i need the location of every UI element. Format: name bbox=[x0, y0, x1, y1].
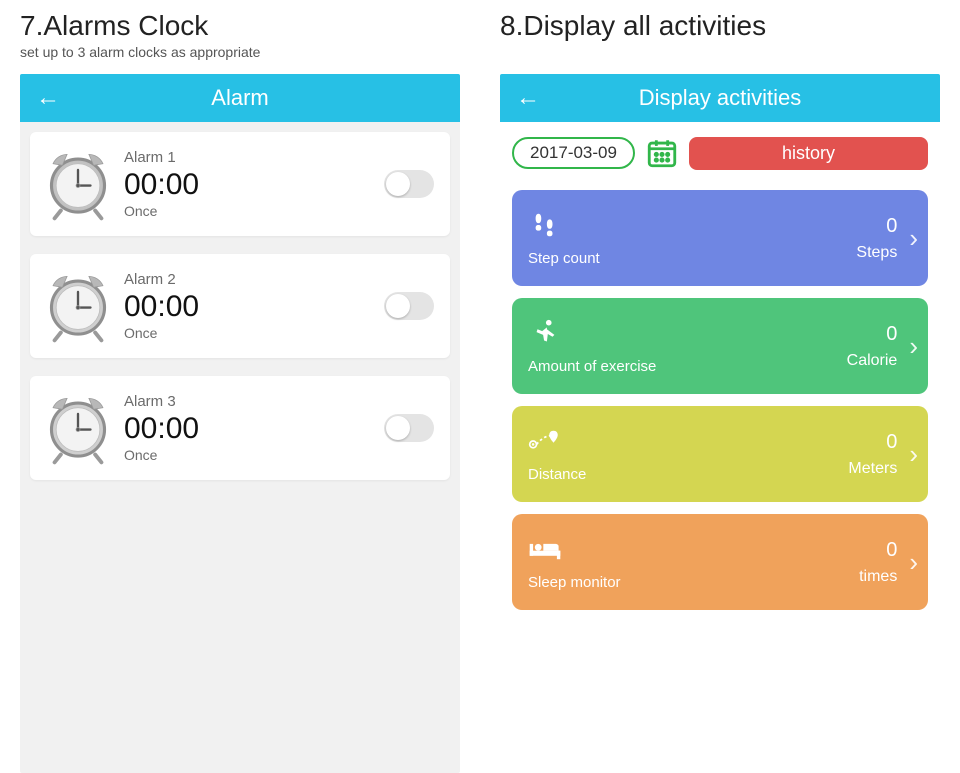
back-arrow-icon[interactable]: ← bbox=[36, 84, 60, 112]
back-arrow-icon[interactable]: ← bbox=[516, 84, 540, 112]
alarm-time: 00:00 bbox=[124, 168, 384, 201]
chevron-right-icon: › bbox=[909, 223, 918, 254]
alarm-name: Alarm 2 bbox=[124, 271, 384, 288]
activities-screen: ← Display activities 2017-03-09 history bbox=[500, 74, 940, 773]
section-subtitle-alarm: set up to 3 alarm clocks as appropriate bbox=[20, 44, 460, 62]
activity-card-steps[interactable]: Step count 0 Steps › bbox=[512, 190, 928, 286]
activity-unit: Meters bbox=[848, 460, 897, 478]
activity-unit: Steps bbox=[856, 244, 897, 262]
alarm-toggle[interactable] bbox=[384, 292, 434, 320]
alarm-toggle[interactable] bbox=[384, 170, 434, 198]
alarm-row[interactable]: Alarm 3 00:00 Once bbox=[30, 376, 450, 480]
alarm-row[interactable]: Alarm 2 00:00 Once bbox=[30, 254, 450, 358]
alarm-clock-icon bbox=[38, 266, 118, 346]
section-title-alarm: 7.Alarms Clock bbox=[20, 10, 460, 42]
activities-topbar-title: Display activities bbox=[639, 85, 802, 111]
calendar-icon[interactable] bbox=[645, 136, 679, 170]
activity-label: Amount of exercise bbox=[528, 358, 656, 375]
activity-card-sleep[interactable]: Sleep monitor 0 times › bbox=[512, 514, 928, 610]
activity-card-distance[interactable]: Distance 0 Meters › bbox=[512, 406, 928, 502]
activity-value: 0 bbox=[856, 215, 897, 238]
alarm-clock-icon bbox=[38, 388, 118, 468]
activity-value: 0 bbox=[859, 539, 897, 562]
history-button[interactable]: history bbox=[689, 137, 928, 170]
alarm-time: 00:00 bbox=[124, 290, 384, 323]
bed-icon bbox=[528, 534, 621, 564]
alarm-topbar-title: Alarm bbox=[211, 85, 268, 111]
alarm-toggle[interactable] bbox=[384, 414, 434, 442]
alarm-list: Alarm 1 00:00 Once bbox=[20, 122, 460, 490]
activity-label: Distance bbox=[528, 466, 586, 483]
footprints-icon bbox=[528, 210, 600, 240]
activity-list: Step count 0 Steps › Amount of exercise … bbox=[500, 182, 940, 773]
date-picker[interactable]: 2017-03-09 bbox=[512, 137, 635, 169]
activity-unit: Calorie bbox=[847, 352, 898, 370]
section-title-activities: 8.Display all activities bbox=[500, 10, 940, 42]
chevron-right-icon: › bbox=[909, 439, 918, 470]
alarm-repeat: Once bbox=[124, 447, 384, 463]
alarm-row[interactable]: Alarm 1 00:00 Once bbox=[30, 132, 450, 236]
activity-label: Step count bbox=[528, 250, 600, 267]
section-subtitle-activities bbox=[500, 44, 940, 62]
chevron-right-icon: › bbox=[909, 331, 918, 362]
chevron-right-icon: › bbox=[909, 547, 918, 578]
alarm-time: 00:00 bbox=[124, 412, 384, 445]
alarm-clock-icon bbox=[38, 144, 118, 224]
activity-card-exercise[interactable]: Amount of exercise 0 Calorie › bbox=[512, 298, 928, 394]
activity-value: 0 bbox=[848, 431, 897, 454]
alarm-topbar: ← Alarm bbox=[20, 74, 460, 122]
runner-icon bbox=[528, 318, 656, 348]
alarm-repeat: Once bbox=[124, 203, 384, 219]
activities-topbar: ← Display activities bbox=[500, 74, 940, 122]
activity-label: Sleep monitor bbox=[528, 574, 621, 591]
alarm-repeat: Once bbox=[124, 325, 384, 341]
alarm-name: Alarm 3 bbox=[124, 393, 384, 410]
activity-value: 0 bbox=[847, 323, 898, 346]
activity-unit: times bbox=[859, 568, 897, 586]
alarm-screen: ← Alarm bbox=[20, 74, 460, 773]
route-icon bbox=[528, 426, 586, 456]
alarm-name: Alarm 1 bbox=[124, 149, 384, 166]
